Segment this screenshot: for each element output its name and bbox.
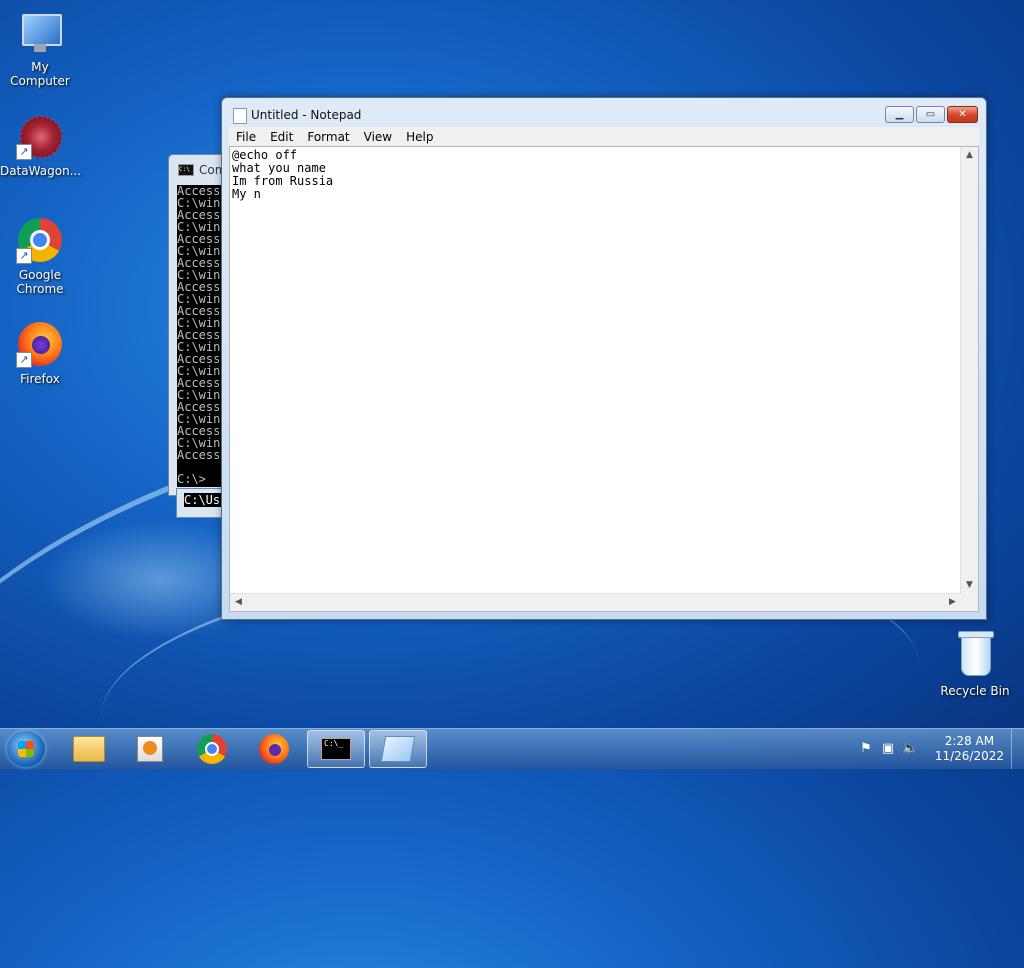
volume-icon[interactable]: 🔈 xyxy=(902,741,918,757)
desktop-icon-label: Google Chrome xyxy=(16,268,64,296)
desktop-icon-google-chrome[interactable]: ↗ Google Chrome xyxy=(0,216,80,296)
recycle-bin-icon xyxy=(951,631,999,680)
scroll-corner xyxy=(961,594,978,611)
cmd-icon: C:\ xyxy=(178,164,194,176)
window-controls: ▁ ▭ ✕ xyxy=(883,106,978,123)
taskbar-media-player[interactable] xyxy=(121,730,179,768)
desktop-icon-recycle-bin[interactable]: Recycle Bin xyxy=(935,631,1015,698)
horizontal-scrollbar[interactable]: ◀ ▶ xyxy=(230,593,961,611)
menu-format[interactable]: Format xyxy=(300,130,356,144)
shortcut-arrow-icon: ↗ xyxy=(16,352,32,368)
notepad-icon xyxy=(380,736,416,762)
taskbar-notepad[interactable] xyxy=(369,730,427,768)
shortcut-arrow-icon: ↗ xyxy=(16,144,32,160)
notepad-icon xyxy=(233,108,247,124)
close-icon: ✕ xyxy=(958,109,967,120)
action-center-icon[interactable]: ⚑ xyxy=(858,741,874,757)
taskbar-firefox[interactable] xyxy=(245,730,303,768)
chrome-icon: ↗ xyxy=(16,216,64,264)
windows-logo-icon xyxy=(18,741,34,757)
taskbar-cmd[interactable]: C:\_ xyxy=(307,730,365,768)
close-button[interactable]: ✕ xyxy=(947,106,978,123)
scroll-right-icon[interactable]: ▶ xyxy=(944,594,961,611)
desktop-icon-my-computer[interactable]: My Computer xyxy=(0,8,80,88)
scroll-down-icon[interactable]: ▼ xyxy=(961,577,978,594)
media-player-icon xyxy=(137,736,163,762)
vertical-scrollbar[interactable]: ▲ ▼ xyxy=(960,147,978,594)
text-editor[interactable]: @echo off what you name Im from Russia M… xyxy=(229,146,979,612)
clock-time: 2:28 AM xyxy=(944,734,995,748)
computer-icon xyxy=(16,8,64,56)
scroll-left-icon[interactable]: ◀ xyxy=(230,594,247,611)
maximize-icon: ▭ xyxy=(925,109,936,120)
maximize-button[interactable]: ▭ xyxy=(916,106,945,123)
notepad-titlebar[interactable]: Untitled - Notepad ▁ ▭ ✕ xyxy=(222,98,986,128)
desktop-icon-label: Recycle Bin xyxy=(940,684,1010,698)
start-button[interactable] xyxy=(7,731,45,767)
system-tray: ⚑ ▣ 🔈 2:28 AM 11/26/2022 xyxy=(854,729,1024,769)
minimize-button[interactable]: ▁ xyxy=(885,106,914,123)
notepad-window[interactable]: Untitled - Notepad ▁ ▭ ✕ File Edit Forma… xyxy=(221,97,987,620)
show-desktop-button[interactable] xyxy=(1011,729,1024,769)
clock[interactable]: 2:28 AM 11/26/2022 xyxy=(935,734,1004,764)
firefox-icon: ↗ xyxy=(16,320,64,368)
taskbar-chrome[interactable] xyxy=(183,730,241,768)
menu-view[interactable]: View xyxy=(357,130,399,144)
taskbar-explorer[interactable] xyxy=(60,730,118,768)
desktop-icon-firefox[interactable]: ↗ Firefox xyxy=(0,320,80,386)
window-title: Untitled - Notepad xyxy=(251,108,362,122)
desktop-icon-label: My Computer xyxy=(10,60,70,88)
datawagon-icon: ↗ xyxy=(16,112,64,160)
taskbar: C:\_ ⚑ ▣ 🔈 2:28 AM 11/26/2022 xyxy=(0,728,1024,769)
network-icon[interactable]: ▣ xyxy=(880,741,896,757)
minimize-icon: ▁ xyxy=(895,109,904,120)
firefox-icon xyxy=(259,734,289,764)
menu-file[interactable]: File xyxy=(229,130,263,144)
menu-bar: File Edit Format View Help xyxy=(229,127,979,146)
desktop-icon-label: Firefox xyxy=(20,372,60,386)
shortcut-arrow-icon: ↗ xyxy=(16,248,32,264)
scroll-up-icon[interactable]: ▲ xyxy=(961,147,978,164)
chrome-icon xyxy=(197,734,227,764)
editor-content[interactable]: @echo off what you name Im from Russia M… xyxy=(232,149,958,591)
desktop-icon-label: DataWagon... xyxy=(0,164,82,178)
desktop-icon-datawagon[interactable]: ↗ DataWagon... xyxy=(0,112,82,178)
clock-date: 11/26/2022 xyxy=(934,749,1004,763)
menu-edit[interactable]: Edit xyxy=(263,130,300,144)
cmd-icon: C:\_ xyxy=(321,738,351,760)
menu-help[interactable]: Help xyxy=(399,130,440,144)
folder-icon xyxy=(73,736,105,762)
